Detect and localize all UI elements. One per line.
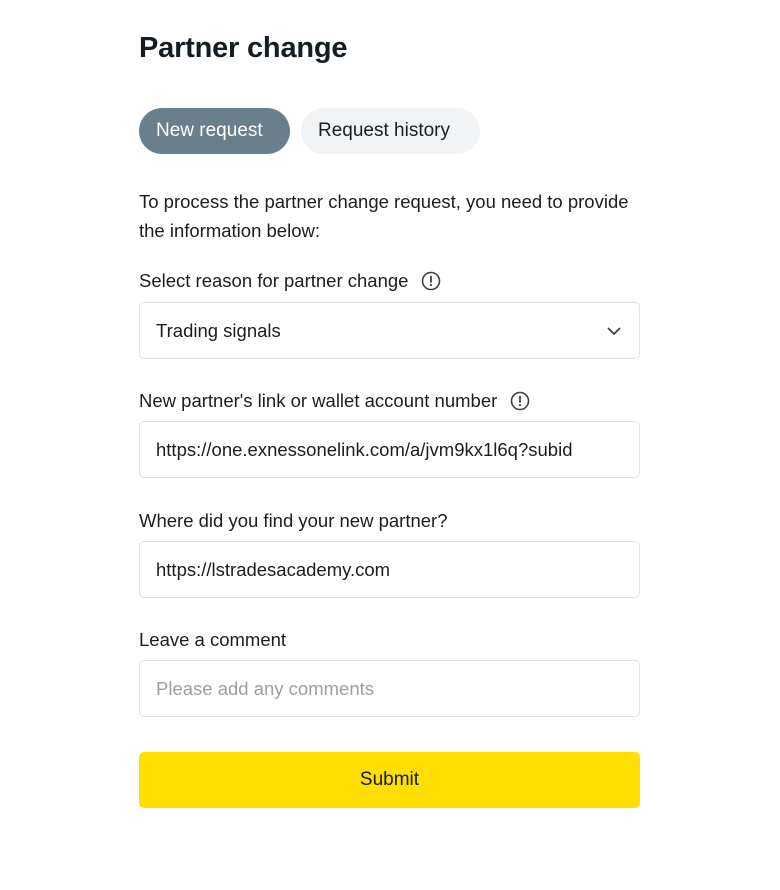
source-label-row: Where did you find your new partner? [139, 510, 448, 532]
comment-label: Leave a comment [139, 629, 287, 650]
partner-link-label: New partner's link or wallet account num… [139, 390, 498, 411]
comment-field[interactable] [139, 660, 640, 717]
intro-text: To process the partner change request, y… [139, 191, 629, 241]
partner-change-page: Partner change New request Request histo… [0, 0, 780, 890]
info-icon[interactable] [421, 271, 441, 291]
source-input[interactable] [156, 558, 623, 581]
partner-link-label-row: New partner's link or wallet account num… [139, 390, 530, 412]
comment-label-row: Leave a comment [139, 629, 286, 651]
page-title: Partner change [139, 32, 348, 64]
source-label: Where did you find your new partner? [139, 510, 448, 531]
submit-button[interactable]: Submit [139, 752, 640, 808]
reason-select[interactable]: Trading signals [139, 302, 640, 359]
reason-select-value: Trading signals [156, 319, 281, 341]
reason-label: Select reason for partner change [139, 270, 409, 291]
tab-request-history[interactable]: Request history [301, 108, 480, 154]
tab-new-request[interactable]: New request [139, 108, 290, 154]
partner-link-field[interactable] [139, 421, 640, 478]
source-field[interactable] [139, 541, 640, 598]
comment-input[interactable] [156, 677, 623, 700]
info-icon[interactable] [510, 391, 530, 411]
partner-link-input[interactable] [156, 438, 623, 461]
chevron-down-icon [605, 322, 623, 340]
tab-bar: New request Request history [139, 108, 480, 154]
reason-label-row: Select reason for partner change [139, 270, 441, 292]
